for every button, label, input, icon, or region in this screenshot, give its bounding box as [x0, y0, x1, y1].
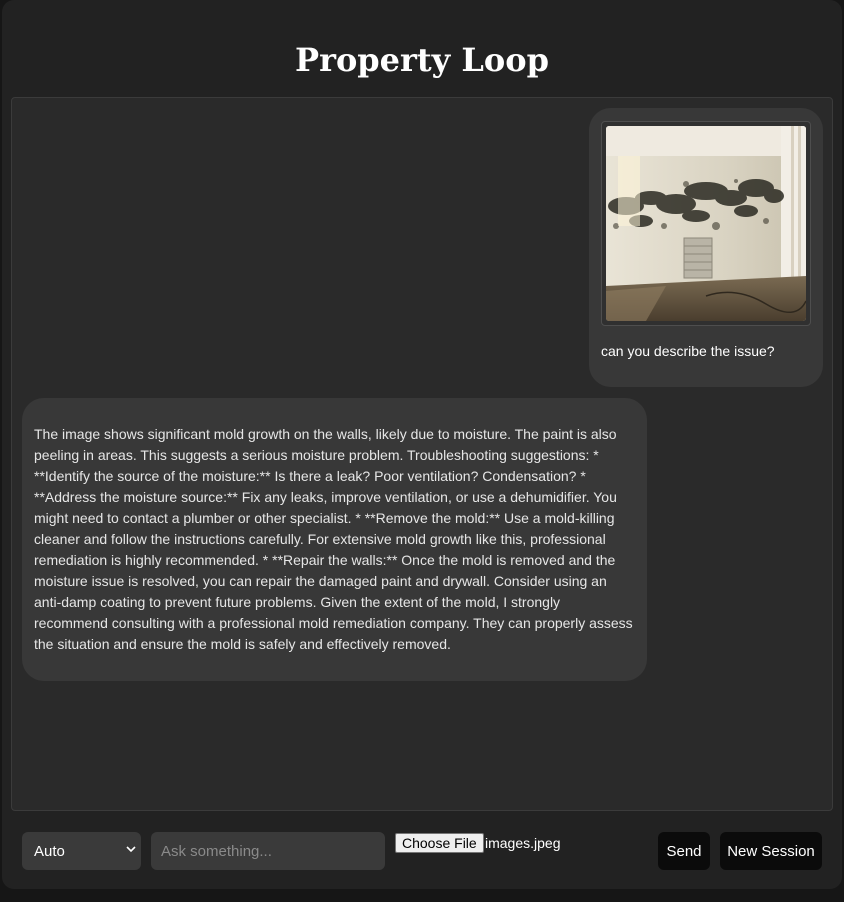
- user-message-text: can you describe the issue?: [601, 343, 775, 359]
- attached-image[interactable]: [601, 121, 811, 326]
- mode-select[interactable]: Auto: [22, 832, 141, 870]
- user-message: can you describe the issue?: [589, 108, 823, 387]
- new-session-button[interactable]: New Session: [720, 832, 822, 870]
- mold-wall-photo-icon: [606, 126, 806, 321]
- app-title: Property Loop: [295, 41, 549, 79]
- choose-file-button[interactable]: Choose File: [395, 833, 484, 853]
- send-button[interactable]: Send: [658, 832, 710, 870]
- chat-window[interactable]: can you describe the issue? The image sh…: [11, 97, 833, 811]
- ask-input[interactable]: [151, 832, 385, 870]
- assistant-message-text: The image shows significant mold growth …: [34, 426, 633, 652]
- app-container: Property Loop can you describe the issue…: [2, 0, 842, 889]
- assistant-message: The image shows significant mold growth …: [22, 398, 647, 681]
- input-bar: Auto Choose File images.jpeg Send New Se…: [2, 812, 842, 889]
- selected-file-name: images.jpeg: [485, 835, 561, 851]
